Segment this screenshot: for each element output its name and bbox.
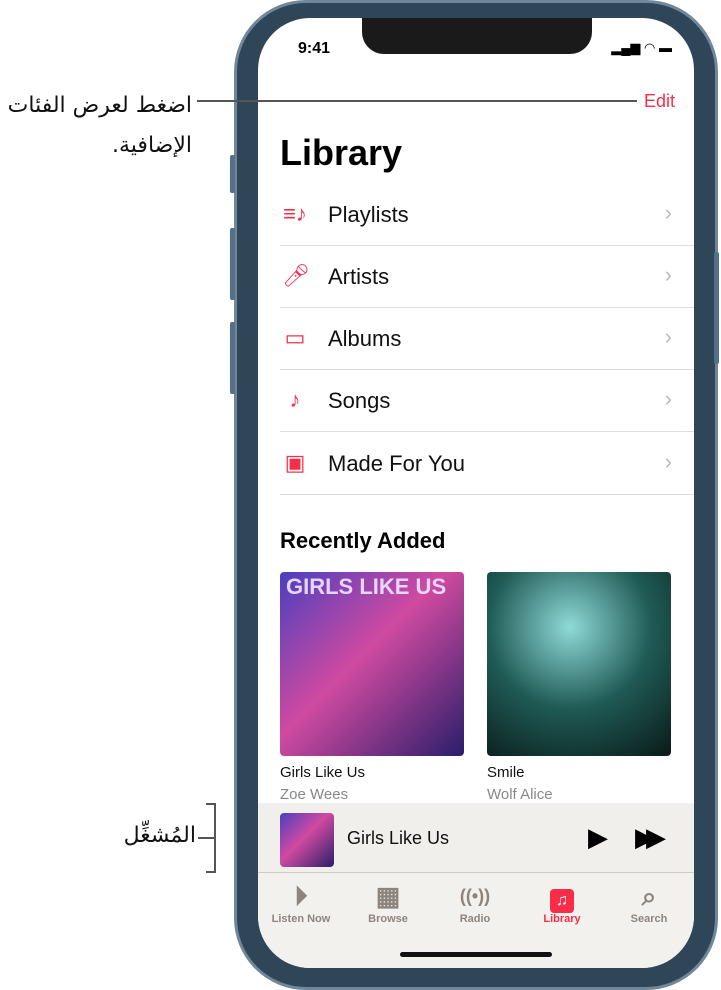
edit-callout-line [197, 100, 637, 102]
library-item-songs[interactable]: ♪ Songs › [280, 370, 694, 432]
chevron-right-icon: › [664, 200, 672, 225]
grid-icon: ▦ [375, 881, 401, 911]
mini-player-artwork [280, 813, 334, 867]
cover-text: GIRLS LIKE US [286, 574, 447, 599]
edit-button[interactable]: Edit [644, 91, 675, 112]
item-label: Albums [328, 326, 402, 351]
tab-label: Radio [459, 913, 491, 925]
edit-callout: اضغط لعرض الفئات الإضافية. [7, 93, 192, 158]
playlists-icon: ≡♪ [283, 201, 307, 226]
item-label: Artists [328, 264, 390, 289]
library-icon: ♫ [522, 879, 602, 913]
album-title[interactable]: Smile [487, 764, 525, 781]
player-bracket [214, 803, 216, 873]
tab-label: Search [630, 913, 668, 925]
chevron-right-icon: › [664, 324, 672, 349]
mini-player[interactable]: Girls Like Us ▶ ▶▶ [258, 803, 694, 873]
tab-label: Listen Now [271, 913, 331, 925]
album-artist: Wolf Alice [487, 786, 553, 803]
music-note-icon: ♪ [289, 387, 301, 412]
library-item-albums[interactable]: ▭ Albums › [280, 308, 694, 370]
status-icons: ▂▄▆ ◠ ▬ [611, 40, 672, 55]
mini-player-track: Girls Like Us [347, 828, 450, 848]
play-circle-icon: ⏵ [294, 881, 308, 911]
radio-waves-icon: ((•)) [459, 886, 491, 906]
library-item-artists[interactable]: 🎤︎ Artists › [280, 246, 694, 308]
page-title: Library [280, 132, 403, 173]
search-icon: ⌕ [641, 881, 657, 911]
item-label: Made For You [328, 451, 465, 476]
home-indicator [400, 952, 552, 957]
album-title[interactable]: Girls Like Us [280, 764, 365, 781]
screen: 9:41 ▂▄▆ ◠ ▬ Edit Library ≡♪ Playlists › 🎤… [258, 18, 694, 968]
fast-forward-button[interactable]: ▶▶ [635, 822, 666, 853]
library-item-playlists[interactable]: ≡♪ Playlists › [280, 184, 694, 246]
tab-label: Browse [368, 913, 408, 925]
player-callout: المُشغِّل [123, 823, 196, 848]
chevron-right-icon: › [664, 449, 672, 474]
recently-added-heading: Recently Added [280, 528, 446, 553]
item-label: Songs [328, 388, 391, 413]
status-time: 9:41 [298, 40, 331, 57]
tab-browse[interactable]: ▦ Browse [348, 879, 428, 925]
tab-listen-now[interactable]: ⏵ Listen Now [261, 879, 341, 925]
person-square-icon: ▣ [284, 450, 306, 475]
chevron-right-icon: › [664, 386, 672, 411]
tab-library[interactable]: ♫ Library [522, 879, 602, 925]
chevron-right-icon: › [664, 262, 672, 287]
notch [362, 18, 592, 54]
album-artist: Zoe Wees [280, 786, 349, 803]
album-cover-girls-like-us[interactable]: GIRLS LIKE US [280, 572, 464, 756]
play-button[interactable]: ▶ [588, 822, 608, 853]
item-label: Playlists [328, 202, 409, 227]
microphone-icon: 🎤︎ [282, 263, 310, 288]
albums-icon: ▭ [284, 325, 306, 350]
album-cover-smile[interactable] [487, 572, 671, 756]
tab-radio[interactable]: ((•)) Radio [435, 879, 515, 925]
tab-search[interactable]: ⌕ Search [609, 879, 689, 925]
tab-label: Library [543, 913, 581, 925]
library-item-made-for-you[interactable]: ▣ Made For You › [280, 433, 694, 495]
